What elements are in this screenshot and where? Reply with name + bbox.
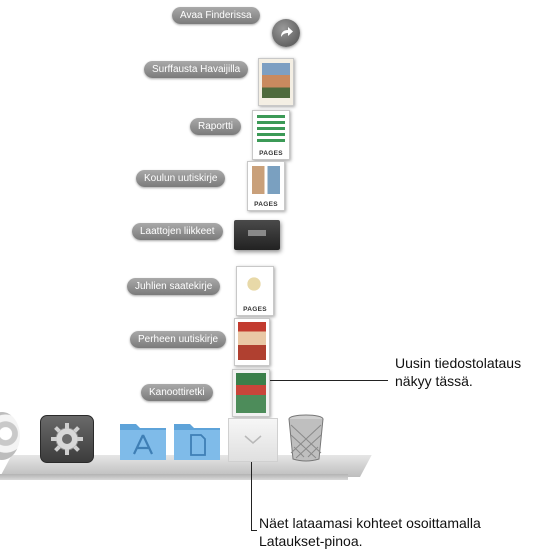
stack-item-koulun-text: Koulun uutiskirje: [144, 173, 218, 184]
photo-image: [262, 63, 290, 98]
gear-icon: [51, 423, 83, 455]
stack-item-perheen-text: Perheen uutiskirje: [138, 334, 219, 345]
documents-folder-icon[interactable]: [172, 418, 222, 467]
stack-item-perheen-thumbnail[interactable]: [234, 318, 270, 366]
callout-line-downloads-tick: [251, 530, 257, 531]
downloads-stack-icon[interactable]: [228, 418, 278, 462]
stack-item-kanoottiretki-thumbnail[interactable]: [232, 369, 270, 417]
callout-downloads-line1: Näet lataamasi kohteet osoittamalla: [259, 515, 481, 531]
callout-downloads-line2: Lataukset-pinoa.: [259, 533, 363, 549]
document-preview: [238, 322, 266, 360]
stack-item-kanoottiretki-text: Kanoottiretki: [149, 387, 205, 398]
stack-item-laattojen-thumbnail[interactable]: [234, 220, 280, 250]
photo-image: [236, 373, 266, 413]
dock-shelf-edge: [0, 474, 348, 480]
document-preview: [257, 115, 285, 143]
curved-arrow-icon: [281, 27, 293, 37]
open-in-finder-text: Avaa Finderissa: [180, 10, 252, 21]
applications-folder-icon[interactable]: [118, 418, 168, 467]
dock-app-icon-partial[interactable]: [0, 412, 20, 460]
trash-icon[interactable]: [286, 413, 326, 463]
stack-item-raportti-thumbnail[interactable]: PAGES: [252, 110, 290, 160]
document-preview: [252, 166, 280, 194]
callout-line-newest: [270, 380, 388, 381]
callout-newest-download: Uusin tiedostolataus näkyy tässä.: [395, 354, 521, 390]
stack-item-laattojen-label[interactable]: Laattojen liikkeet: [132, 223, 223, 240]
callout-newest-line1: Uusin tiedostolataus: [395, 355, 522, 371]
chevron-down-icon: [244, 435, 262, 444]
stack-item-surffausta-thumbnail[interactable]: [258, 58, 294, 106]
pages-tag: PAGES: [259, 150, 283, 157]
stack-item-juhlien-thumbnail[interactable]: PAGES: [236, 266, 274, 316]
stack-item-raportti-text: Raportti: [198, 121, 234, 132]
stack-item-surffausta-label[interactable]: Surffausta Havaijilla: [144, 61, 249, 78]
presentation-preview: [248, 230, 266, 236]
stack-item-laattojen-text: Laattojen liikkeet: [140, 226, 215, 237]
open-in-finder-label[interactable]: Avaa Finderissa: [172, 7, 260, 24]
stack-item-surffausta-text: Surffausta Havaijilla: [152, 64, 241, 75]
stack-item-raportti-label[interactable]: Raportti: [190, 118, 242, 135]
stack-item-koulun-thumbnail[interactable]: PAGES: [247, 161, 285, 211]
callout-downloads: Näet lataamasi kohteet osoittamalla Lata…: [259, 514, 481, 550]
stack-item-juhlien-label[interactable]: Juhlien saatekirje: [127, 278, 221, 295]
pages-tag: PAGES: [254, 201, 278, 208]
callout-line-downloads: [251, 462, 252, 530]
system-preferences-icon[interactable]: [40, 415, 94, 463]
callout-newest-line2: näkyy tässä.: [395, 373, 473, 389]
stack-item-koulun-label[interactable]: Koulun uutiskirje: [136, 170, 226, 187]
stack-item-juhlien-text: Juhlien saatekirje: [135, 281, 213, 292]
document-preview: [242, 273, 266, 295]
stack-item-kanoottiretki-label[interactable]: Kanoottiretki: [141, 384, 213, 401]
open-in-finder-button[interactable]: [272, 19, 300, 47]
stack-item-perheen-label[interactable]: Perheen uutiskirje: [130, 331, 227, 348]
pages-tag: PAGES: [243, 306, 267, 313]
